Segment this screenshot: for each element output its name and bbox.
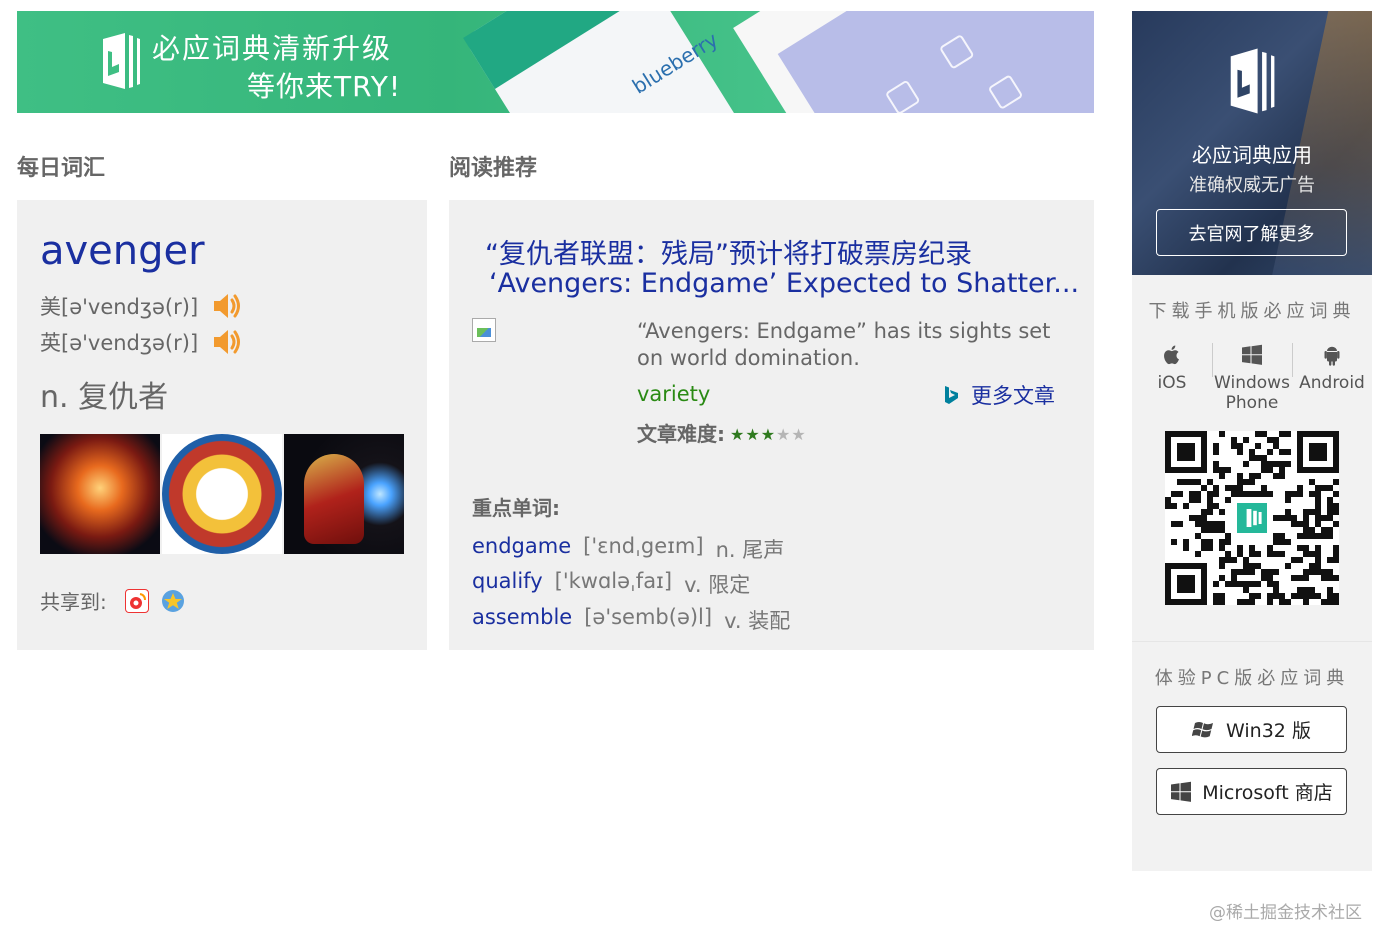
share-row: 共享到: <box>40 586 185 615</box>
word-image-captain-marvel[interactable] <box>40 434 160 554</box>
keyword-pron: ['kwɑləˌfaɪ] <box>554 569 673 593</box>
app-name: 必应词典应用 <box>1192 143 1312 167</box>
watermark: @稀土掘金技术社区 <box>1209 903 1362 923</box>
upgrade-banner[interactable]: 必应词典清新升级 等你来TRY! blueberry <box>17 11 1094 113</box>
article-title-en[interactable]: ‘Avengers: Endgame’ Expected to Shatter.… <box>489 268 1079 299</box>
download-qr-code <box>1165 431 1339 605</box>
platform-label-line2: Phone <box>1225 393 1279 413</box>
windows-icon <box>1171 781 1192 802</box>
tile-icon <box>987 74 1024 111</box>
keyword-row: assemble [ə'semb(ə)l] v. 装配 <box>472 605 790 635</box>
mobile-download-heading: 下载手机版必应词典 <box>1148 301 1356 322</box>
word-image-iron-man[interactable] <box>284 434 404 554</box>
windows-icon <box>1242 344 1262 365</box>
banner-slogan-line2: 等你来TRY! <box>247 70 402 103</box>
word-image-avengers-emblem[interactable] <box>162 434 282 554</box>
difficulty-stars: ★★★★★ <box>729 421 806 445</box>
star-empty-icon: ★ <box>776 424 791 444</box>
article-source: variety <box>637 382 711 406</box>
keyword-pron: ['ɛndˌgeɪm] <box>583 534 704 558</box>
article-difficulty: 文章难度: ★★★★★ <box>637 418 806 447</box>
android-icon <box>1324 346 1340 366</box>
article-title-cn[interactable]: “复仇者联盟：残局”预计将打破票房纪录 <box>485 232 972 271</box>
keyword-def: v. 限定 <box>684 573 751 597</box>
pron-us-row: 美[ə'vendʒə(r)] <box>40 290 242 322</box>
keyword-row: qualify ['kwɑləˌfaɪ] v. 限定 <box>472 569 750 599</box>
keyword-word[interactable]: endgame <box>472 534 571 564</box>
reading-heading: 阅读推荐 <box>449 156 538 181</box>
tile-icon <box>884 79 921 113</box>
pron-uk: 英[ə'vendʒə(r)] <box>40 331 199 355</box>
platform-android[interactable]: Android <box>1292 343 1372 413</box>
share-label: 共享到: <box>40 590 107 614</box>
word-definition: n. 复仇者 <box>40 380 169 415</box>
star-filled-icon: ★ <box>730 424 745 444</box>
platform-label: Android <box>1299 373 1365 393</box>
more-articles-label: 更多文章 <box>971 384 1055 408</box>
bing-dictionary-app-icon <box>1230 48 1275 114</box>
apple-icon <box>1164 345 1179 365</box>
word-images <box>40 434 404 554</box>
more-articles-link[interactable]: 更多文章 <box>941 380 1055 410</box>
qzone-share-icon[interactable] <box>161 589 185 613</box>
platform-list: iOS Windows Phone Android <box>1132 343 1372 413</box>
star-filled-icon: ★ <box>745 424 760 444</box>
learn-more-button[interactable]: 去官网了解更多 <box>1156 209 1347 256</box>
difficulty-label: 文章难度: <box>637 422 725 446</box>
platform-label: Windows <box>1214 373 1290 393</box>
mobile-download-panel: 下载手机版必应词典 iOS Windows Phone Android <box>1132 275 1372 641</box>
daily-word-card: avenger 美[ə'vendʒə(r)] 英[ə'vendʒə(r)] n.… <box>17 200 427 650</box>
bing-dictionary-logo-icon <box>103 33 140 89</box>
pron-us: 美[ə'vendʒə(r)] <box>40 295 199 319</box>
platform-label: iOS <box>1157 373 1187 393</box>
pc-version-panel: 体验PC版必应词典 Win32 版 Microsoft 商店 <box>1132 641 1372 871</box>
platform-ios[interactable]: iOS <box>1132 343 1212 413</box>
article-description: “Avengers: Endgame” has its sights set o… <box>637 319 1051 370</box>
tile-icon <box>938 33 975 70</box>
star-empty-icon: ★ <box>791 424 806 444</box>
pc-version-heading: 体验PC版必应词典 <box>1154 668 1350 689</box>
win32-download-button[interactable]: Win32 版 <box>1156 706 1347 753</box>
star-filled-icon: ★ <box>760 424 776 444</box>
banner-slogan-line1: 必应词典清新升级 <box>152 32 393 65</box>
app-promo-panel: 必应词典应用 准确权威无广告 去官网了解更多 <box>1132 11 1372 275</box>
platform-windows-phone[interactable]: Windows Phone <box>1212 343 1292 413</box>
app-tagline: 准确权威无广告 <box>1189 175 1315 196</box>
keyword-row: endgame ['ɛndˌgeɪm] n. 尾声 <box>472 534 784 564</box>
speaker-uk-icon[interactable] <box>210 326 242 358</box>
store-label: Microsoft 商店 <box>1202 782 1333 804</box>
keyword-def: n. 尾声 <box>715 538 785 562</box>
article-thumbnail[interactable] <box>472 318 496 342</box>
daily-words-heading: 每日词汇 <box>17 156 106 181</box>
bing-icon <box>945 386 958 404</box>
reading-card: “复仇者联盟：残局”预计将打破票房纪录 ‘Avengers: Endgame’ … <box>449 200 1094 650</box>
pron-uk-row: 英[ə'vendʒə(r)] <box>40 326 242 358</box>
banner-tiles <box>777 11 1094 113</box>
win32-label: Win32 版 <box>1226 720 1311 742</box>
keyword-pron: [ə'semb(ə)l] <box>584 605 713 629</box>
keyword-word[interactable]: assemble <box>472 605 572 635</box>
keyword-def: v. 装配 <box>724 609 791 633</box>
windows-legacy-icon <box>1192 721 1214 737</box>
keywords-heading: 重点单词: <box>472 496 560 520</box>
weibo-share-icon[interactable] <box>124 588 149 613</box>
daily-word[interactable]: avenger <box>40 228 205 274</box>
microsoft-store-button[interactable]: Microsoft 商店 <box>1156 768 1347 815</box>
keyword-word[interactable]: qualify <box>472 569 543 599</box>
speaker-us-icon[interactable] <box>210 290 242 322</box>
